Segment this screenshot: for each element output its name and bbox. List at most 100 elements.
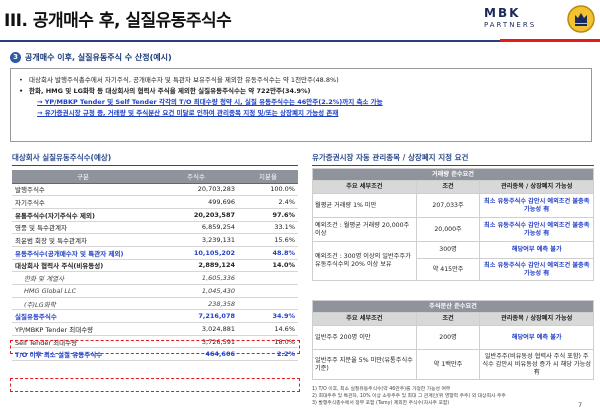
- row-label: 유동주식수(공개매수자 및 특관자 제외): [12, 246, 154, 260]
- table-row: 한화 및 계열사 1,605,336: [12, 271, 298, 285]
- row-shares: 238,358: [154, 297, 238, 311]
- dispersion-cond: 일반주주 지분율 5% 미만(유통주식수 기준): [312, 349, 417, 380]
- dispersion-val: 약 1백만주: [415, 349, 481, 380]
- row-label: 유통주식수(자기주식수 제외): [12, 208, 154, 222]
- volume-poss: 최소 유동주식수 감안시 예외조건 불충족 가능성 有: [479, 193, 594, 218]
- table-row: YP/MBKP Tender 최대수량 3,024,881 14.6%: [12, 322, 298, 336]
- section-title: 공개매수 이후, 실질유동주식 수 산정(예시): [25, 53, 172, 62]
- page-number: 7: [578, 401, 583, 409]
- row-shares: 3,024,881: [154, 322, 238, 336]
- volume-val: 300명: [415, 241, 481, 259]
- right-table-heading: 유가증권시장 자동 관리종목 / 상장폐지 지정 요건: [312, 152, 594, 166]
- row-label: 최윤범 회장 및 특수관계자: [12, 233, 154, 247]
- section-heading: 3 공개매수 이후, 실질유동주식 수 산정(예시): [10, 52, 172, 63]
- dispersion-val: 200명: [415, 325, 481, 350]
- row-pct: [238, 271, 298, 285]
- footnote: 1) T/O 이후, 최소 실질유동주식수(약 46만주)를 가정한 가능성 여…: [312, 387, 451, 392]
- row-shares: 20,203,587: [154, 208, 238, 222]
- col-header: 구분: [12, 170, 154, 184]
- row-shares: 3,239,131: [154, 233, 238, 247]
- summary-arrow-1: → YP/MBKP Tender 및 Self Tender 각각의 T/O 최…: [37, 98, 383, 106]
- col-header: 주식수: [154, 170, 238, 184]
- table-row: 발행주식수 20,703,283 100.0%: [12, 183, 298, 197]
- row-shares: 1,045,430: [154, 284, 238, 298]
- logo-line2: PARTNERS: [484, 21, 537, 29]
- row-pct: 15.6%: [238, 233, 298, 247]
- left-table-heading: 대상회사 실질유동주식수(예상): [12, 152, 298, 166]
- dispersion-poss: 일반주주(비유동성 협력사 주식 포함) 주식수 감안시 비유동성 증가 시 해…: [479, 349, 594, 380]
- col-header: 관리종목 / 상장폐지 가능성: [479, 312, 594, 326]
- footnote: 2) 최대주주 및 특관자, 10% 이상 소유주주 및 최대 그 관계인(위 …: [312, 394, 506, 399]
- row-pct: 97.6%: [238, 208, 298, 222]
- volume-cond: 월평균 거래량 1% 미만: [312, 193, 417, 218]
- dispersion-requirement-table: 주식분산 준수요건 주요 세부조건 조건 관리종목 / 상장폐지 가능성 일반주…: [312, 300, 594, 380]
- table-row: 유통주식수(자기주식수 제외) 20,203,587 97.6%: [12, 208, 298, 222]
- table-row: 대상회사 협력사 주식(비유동성) 2,889,124 14.0%: [12, 259, 298, 273]
- col-header: 조건: [415, 180, 481, 194]
- emblem-icon: [567, 5, 595, 33]
- row-pct: [238, 284, 298, 298]
- page-title: III. 공개매수 후, 실질유동주식수: [4, 11, 232, 31]
- row-label: 한화 및 계열사: [12, 271, 154, 285]
- row-shares: 20,703,283: [154, 183, 238, 197]
- row-label: 발행주식수: [12, 183, 154, 197]
- summary-bullet-2: • 한화, HMG 및 LG화학 등 대상회사의 협력사 주식을 제외한 실질유동…: [19, 87, 311, 95]
- row-label: (주)LG화학: [12, 297, 154, 311]
- row-pct: 14.6%: [238, 322, 298, 336]
- col-header: 지분율: [238, 170, 298, 184]
- dispersion-title: 주식분산 준수요건: [312, 300, 594, 313]
- row-shares: 10,105,202: [154, 246, 238, 260]
- table-row: 유동주식수(공개매수자 및 특관자 제외) 10,105,202 48.8%: [12, 246, 298, 260]
- volume-requirement-table: 거래량 준수요건 주요 세부조건 조건 관리종목 / 상장폐지 가능성 월평균 …: [312, 168, 594, 281]
- row-label: 영풍 및 특수관계자: [12, 221, 154, 235]
- float-shares-table: 구분 주식수 지분율 발행주식수 20,703,283 100.0% 자기주식수 499…: [12, 170, 298, 362]
- row-label: 대상회사 협력사 주식(비유동성): [12, 259, 154, 273]
- row-label: YP/MBKP Tender 최대수량: [12, 322, 154, 336]
- volume-poss: 해당여부 예측 불가: [479, 241, 594, 259]
- logo-line1: MBK: [484, 6, 521, 20]
- volume-val: 20,000주: [415, 217, 481, 242]
- table-row: (주)LG화학 238,358: [12, 297, 298, 311]
- section-number-badge: 3: [10, 52, 21, 63]
- volume-val: 207,033주: [415, 193, 481, 218]
- table-row: 영풍 및 특수관계자 6,859,254 33.1%: [12, 221, 298, 235]
- footnotes: 1) T/O 이후, 최소 실질유동주식수(약 46만주)를 가정한 가능성 여…: [312, 386, 594, 407]
- volume-poss: 최소 유동주식수 감안시 예외조건 불충족 가능성 有: [479, 258, 594, 281]
- table-row: 최윤범 회장 및 특수관계자 3,239,131 15.6%: [12, 233, 298, 247]
- row-pct: 48.8%: [238, 246, 298, 260]
- footnote: 3) 발행주식총수에서 정부 포함 (Tamy) 제외한 주식수(자사주 포함): [312, 401, 450, 406]
- table-row: 자기주식수 499,696 2.4%: [12, 195, 298, 209]
- volume-val: 약 415만주: [415, 258, 481, 281]
- volume-cond: 예외조건 : 월평균 거래량 20,000주 이상: [312, 217, 417, 242]
- row-label: 자기주식수: [12, 195, 154, 209]
- table-row: HMG Global LLC 1,045,430: [12, 284, 298, 298]
- table-row: 실질유동주식수 7,216,078 34.9%: [12, 309, 298, 324]
- header-accent-line: [500, 39, 600, 42]
- row-shares: 7,216,078: [154, 309, 238, 324]
- volume-title: 거래량 준수요건: [312, 168, 594, 181]
- col-header: 주요 세부조건: [312, 312, 417, 326]
- row-shares: 499,696: [154, 195, 238, 209]
- col-header: 조건: [415, 312, 481, 326]
- row-pct: 100.0%: [238, 183, 298, 197]
- dispersion-cond: 일반주주 200명 이만: [312, 325, 417, 350]
- row-pct: 33.1%: [238, 221, 298, 235]
- col-header: 관리종목 / 상장폐지 가능성: [479, 180, 594, 194]
- col-header: 주요 세부조건: [312, 180, 417, 194]
- row-shares: 2,889,124: [154, 259, 238, 273]
- mbk-logo: MBK PARTNERS: [484, 7, 562, 37]
- volume-poss: 최소 유동주식수 감안시 예외조건 불충족 가능성 有: [479, 217, 594, 242]
- highlight-min-float: [10, 378, 300, 392]
- highlight-real-float: [10, 340, 300, 354]
- row-label: HMG Global LLC: [12, 284, 154, 298]
- row-shares: 6,859,254: [154, 221, 238, 235]
- summary-arrow-2: → 유가증권시장 규정 중, 거래량 및 주식분산 요건 미달로 인하여 관리종…: [37, 109, 339, 117]
- row-pct: 2.4%: [238, 195, 298, 209]
- row-pct: 14.0%: [238, 259, 298, 273]
- volume-cond: 예외조건 : 300명 이상의 일반주주가 유동주식수의 20% 이상 보유: [312, 241, 417, 281]
- row-pct: [238, 297, 298, 311]
- summary-bullet-1: • 대상회사 발행주식총수에서 자기주식, 공개매수자 및 특관자 보유주식을 제…: [19, 76, 339, 84]
- row-label: 실질유동주식수: [12, 309, 154, 324]
- row-shares: 1,605,336: [154, 271, 238, 285]
- summary-box: • 대상회사 발행주식총수에서 자기주식, 공개매수자 및 특관자 보유주식을 제…: [10, 68, 592, 142]
